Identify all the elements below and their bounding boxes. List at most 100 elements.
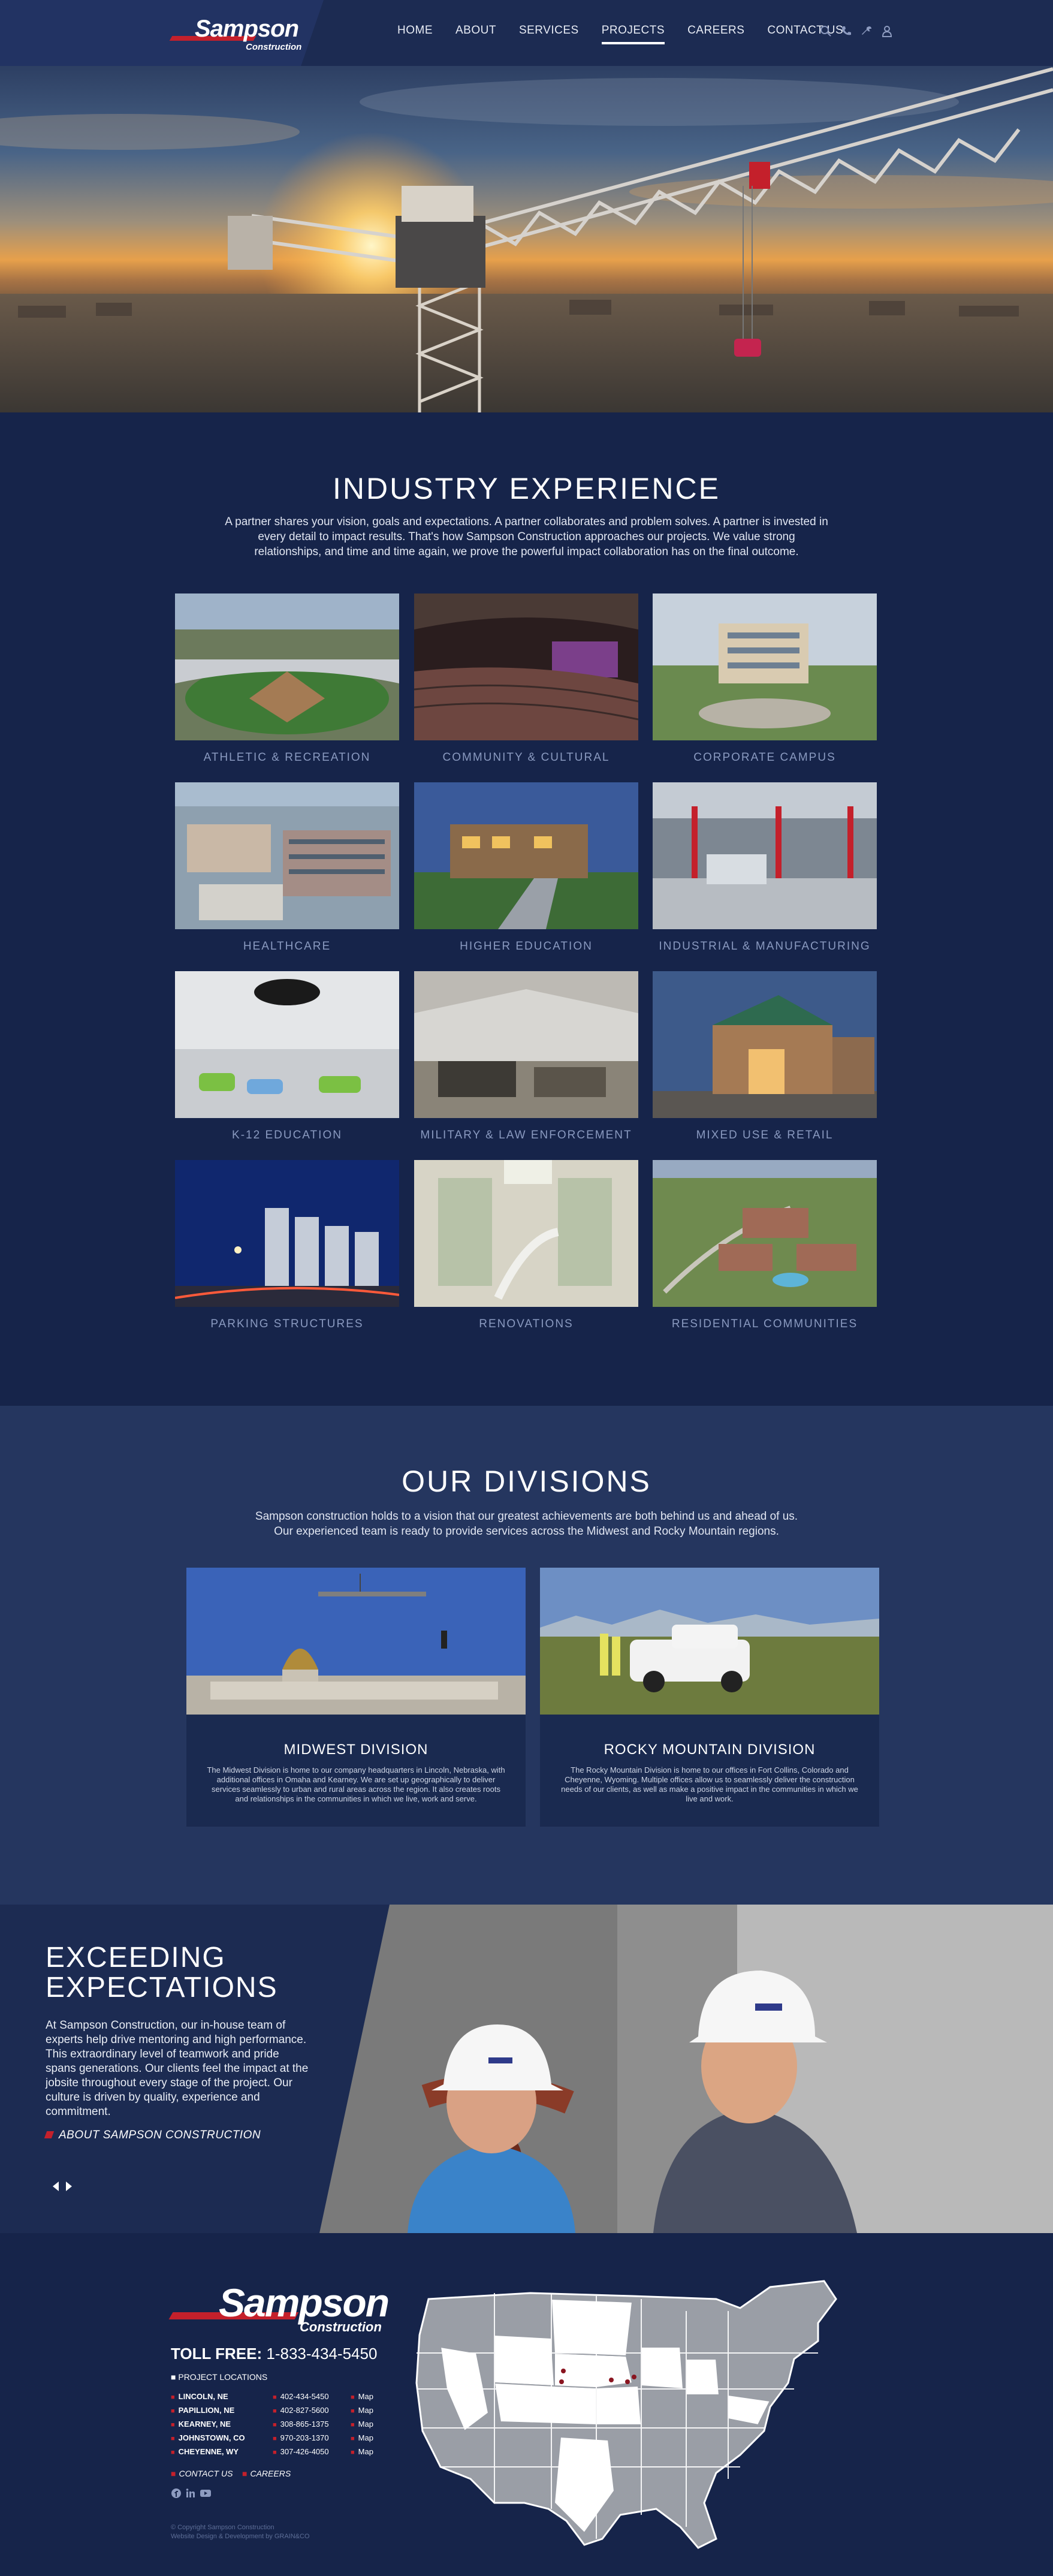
- pin-icon: ■: [171, 2421, 175, 2429]
- location-map-link[interactable]: ■ Map: [351, 2390, 373, 2404]
- main-menu: HOME ABOUT SERVICES PROJECTS CAREERS CON…: [397, 24, 866, 44]
- link-bullet-icon: ■: [242, 2469, 248, 2478]
- location-city: ■ PAPILLION, NE: [171, 2406, 235, 2415]
- prev-arrow-icon[interactable]: [53, 2182, 60, 2191]
- rocky-mountain-division-title: ROCKY MOUNTAIN DIVISION: [604, 1742, 816, 1758]
- user-icon[interactable]: [881, 25, 893, 37]
- tile-mixed-use-retail[interactable]: [653, 971, 877, 1118]
- footer-logo-subtitle: Construction: [300, 2319, 382, 2334]
- exceed-title-line-1: EXCEEDING: [46, 1942, 226, 1974]
- location-phone[interactable]: ■ 402-827-5600: [273, 2404, 329, 2418]
- nav-services[interactable]: SERVICES: [519, 24, 579, 37]
- about-sampson-link[interactable]: ABOUT SAMPSON CONSTRUCTION: [44, 2129, 261, 2142]
- location-map-link[interactable]: ■ Map: [351, 2404, 373, 2418]
- pin-icon: ■: [171, 2394, 175, 2401]
- midwest-division-title: MIDWEST DIVISION: [283, 1742, 429, 1758]
- caption-healthcare[interactable]: HEALTHCARE: [175, 940, 399, 953]
- caption-community-cultural[interactable]: COMMUNITY & CULTURAL: [414, 751, 638, 764]
- site-logo[interactable]: Sampson Construction: [169, 13, 303, 55]
- link-bullet-icon: ■: [171, 2469, 176, 2478]
- location-city: ■ KEARNEY, NE: [171, 2420, 231, 2429]
- credit-text[interactable]: Website Design & Development by GRAIN&CO: [171, 2532, 310, 2541]
- tile-healthcare[interactable]: [175, 782, 399, 929]
- hero-image-crane-sunset: [0, 66, 1053, 412]
- midwest-division-card[interactable]: MIDWEST DIVISION The Midwest Division is…: [186, 1568, 526, 1827]
- tile-athletic-recreation[interactable]: [175, 593, 399, 740]
- caption-athletic-recreation[interactable]: ATHLETIC & RECREATION: [175, 751, 399, 764]
- caption-mixed-use-retail[interactable]: MIXED USE & RETAIL: [653, 1129, 877, 1142]
- location-map-link[interactable]: ■ Map: [351, 2445, 373, 2459]
- nav-home[interactable]: HOME: [397, 24, 433, 37]
- exceed-text: At Sampson Construction, our in-house te…: [46, 2019, 309, 2118]
- phone-icon: ■: [273, 2394, 277, 2401]
- footer-links: ■ CONTACT US ■ CAREERS: [171, 2469, 291, 2478]
- nav-about[interactable]: ABOUT: [455, 24, 496, 37]
- footer-careers-link[interactable]: CAREERS: [250, 2469, 291, 2478]
- phone-icon[interactable]: [840, 25, 852, 37]
- caption-parking-structures[interactable]: PARKING STRUCTURES: [175, 1318, 399, 1331]
- linkedin-icon[interactable]: [185, 2488, 196, 2499]
- tile-military-law-enforcement[interactable]: [414, 971, 638, 1118]
- copyright: © Copyright Sampson Construction Website…: [171, 2523, 310, 2541]
- phone-icon: ■: [273, 2449, 277, 2456]
- location-map-link[interactable]: ■ Map: [351, 2432, 373, 2445]
- tile-industrial-manufacturing[interactable]: [653, 782, 877, 929]
- about-sampson-link-label: ABOUT SAMPSON CONSTRUCTION: [59, 2129, 261, 2141]
- social-links: [171, 2488, 212, 2499]
- midwest-division-photo: [186, 1568, 526, 1715]
- location-phone[interactable]: ■ 970-203-1370: [273, 2432, 329, 2445]
- location-cities: ■ LINCOLN, NE ■ PAPILLION, NE ■ KEARNEY, NE…: [171, 2390, 245, 2459]
- tile-residential-communities[interactable]: [653, 1160, 877, 1307]
- facebook-icon[interactable]: [171, 2488, 182, 2499]
- footer-logo-wordmark: Sampson: [219, 2280, 390, 2325]
- copyright-text: © Copyright Sampson Construction: [171, 2524, 274, 2531]
- youtube-icon[interactable]: [200, 2488, 212, 2499]
- midwest-division-text: The Midwest Division is home to our comp…: [207, 1765, 505, 1803]
- location-phone[interactable]: ■ 307-426-4050: [273, 2445, 329, 2459]
- location-phone[interactable]: ■ 308-865-1375: [273, 2418, 329, 2432]
- location-phones: ■ 402-434-5450 ■ 402-827-5600 ■ 308-865-137…: [273, 2390, 329, 2459]
- location-phone[interactable]: ■ 402-434-5450: [273, 2390, 329, 2404]
- tile-k12-education[interactable]: [175, 971, 399, 1118]
- workers-hardhats-photo: [318, 1905, 1053, 2233]
- tile-corporate-campus[interactable]: [653, 593, 877, 740]
- rocky-mountain-division-card[interactable]: ROCKY MOUNTAIN DIVISION The Rocky Mounta…: [540, 1568, 879, 1827]
- industry-title: INDUSTRY EXPERIENCE: [333, 472, 720, 505]
- location-map-link[interactable]: ■ Map: [351, 2418, 373, 2432]
- tile-community-cultural[interactable]: [414, 593, 638, 740]
- toll-free-number[interactable]: 1-833-434-5450: [266, 2345, 377, 2363]
- map-pin-icon: ■: [351, 2421, 355, 2429]
- square-bullet-icon: ■: [171, 2372, 179, 2382]
- toll-free-label: TOLL FREE:: [171, 2345, 263, 2363]
- footer-contact-link[interactable]: CONTACT US: [179, 2469, 233, 2478]
- caption-military-law-enforcement[interactable]: MILITARY & LAW ENFORCEMENT: [414, 1129, 638, 1142]
- nav-projects[interactable]: PROJECTS: [601, 24, 665, 44]
- tile-higher-education[interactable]: [414, 782, 638, 929]
- caption-residential-communities[interactable]: RESIDENTIAL COMMUNITIES: [653, 1318, 877, 1331]
- logo-wordmark: Sampson: [195, 16, 299, 42]
- phone-icon: ■: [273, 2421, 277, 2429]
- search-icon[interactable]: [820, 25, 832, 37]
- exceeding-expectations-section: EXCEEDING EXPECTATIONS At Sampson Constr…: [0, 1905, 1053, 2233]
- rocky-mountain-division-text: The Rocky Mountain Division is home to o…: [561, 1765, 858, 1803]
- location-city: ■ JOHNSTOWN, CO: [171, 2433, 245, 2442]
- tile-renovations[interactable]: [414, 1160, 638, 1307]
- footer-logo[interactable]: Sampson Construction: [168, 2280, 390, 2334]
- caption-renovations[interactable]: RENOVATIONS: [414, 1318, 638, 1331]
- carousel-arrows: [53, 2182, 72, 2191]
- location-city: ■ CHEYENNE, WY: [171, 2447, 239, 2456]
- nav-careers[interactable]: CAREERS: [687, 24, 744, 37]
- phone-icon: ■: [273, 2435, 277, 2442]
- wrench-icon[interactable]: [861, 25, 873, 37]
- caption-k12-education[interactable]: K-12 EDUCATION: [175, 1129, 399, 1142]
- caption-higher-education[interactable]: HIGHER EDUCATION: [414, 940, 638, 953]
- map-pin-icon: ■: [351, 2449, 355, 2456]
- caption-corporate-campus[interactable]: CORPORATE CAMPUS: [653, 751, 877, 764]
- link-bullet-icon: [44, 2131, 55, 2138]
- tile-parking-structures[interactable]: [175, 1160, 399, 1307]
- exceed-title-line-2: EXPECTATIONS: [46, 1972, 278, 2003]
- caption-industrial-manufacturing[interactable]: INDUSTRIAL & MANUFACTURING: [653, 940, 877, 953]
- next-arrow-icon[interactable]: [65, 2182, 72, 2191]
- location-map-links: ■ Map ■ Map ■ Map ■ Map ■ Map: [351, 2390, 373, 2459]
- toll-free: TOLL FREE: 1-833-434-5450: [171, 2345, 377, 2363]
